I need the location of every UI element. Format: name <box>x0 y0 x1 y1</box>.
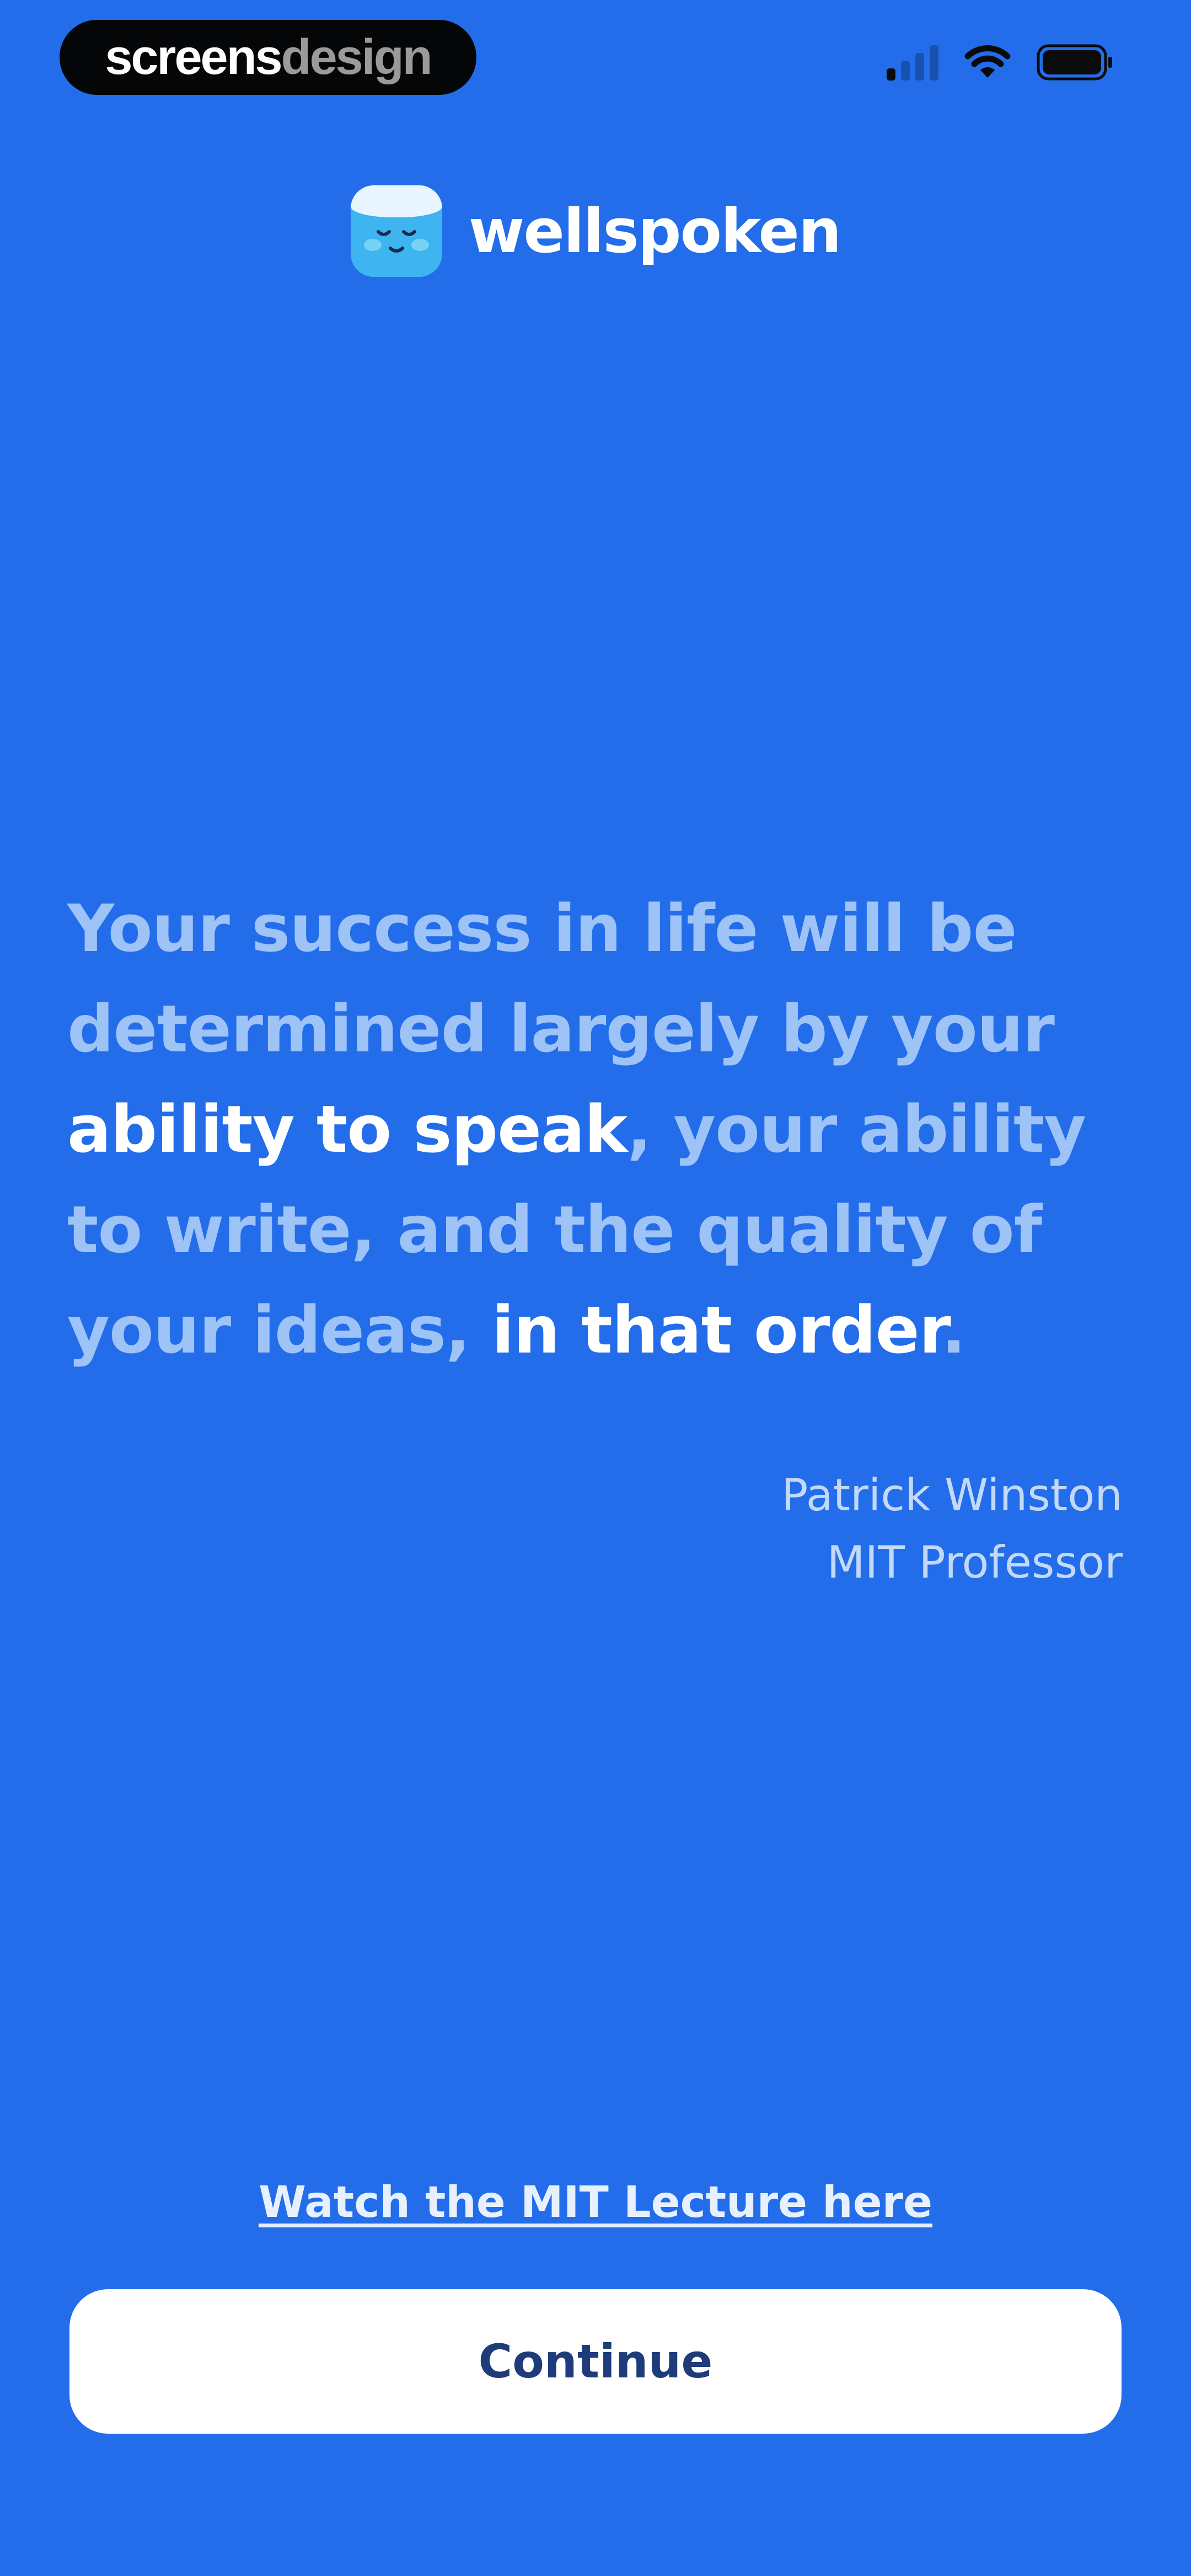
screensdesign-watermark: screens design <box>60 20 476 95</box>
watermark-part2: design <box>281 29 433 85</box>
status-bar <box>887 44 1114 81</box>
watermark-part1: screens <box>105 29 282 85</box>
attribution-role: MIT Professor <box>827 1537 1123 1588</box>
quote-highlight-speak: ability to speak <box>67 1091 627 1167</box>
app-name: wellspoken <box>468 196 842 266</box>
continue-button[interactable]: Continue <box>69 2289 1122 2434</box>
battery-icon <box>1037 44 1112 81</box>
quote-highlight-order: in that order <box>491 1292 942 1368</box>
quote-attribution: Patrick Winston MIT Professor <box>781 1462 1123 1596</box>
quote-segment: Your success in life will be determined … <box>67 890 1055 1067</box>
wifi-icon <box>964 45 1011 78</box>
sleepy-face-logo-icon <box>350 185 442 277</box>
onboarding-quote-screen: screens design wellspoken Your success i… <box>0 0 1191 2576</box>
app-logo: wellspoken <box>0 185 1191 277</box>
attribution-name: Patrick Winston <box>781 1469 1123 1521</box>
quote-segment: . <box>941 1292 966 1368</box>
cellular-signal-icon <box>887 44 938 81</box>
quote-text: Your success in life will be determined … <box>67 878 1137 1380</box>
watch-lecture-link[interactable]: Watch the MIT Lecture here <box>0 2178 1191 2227</box>
